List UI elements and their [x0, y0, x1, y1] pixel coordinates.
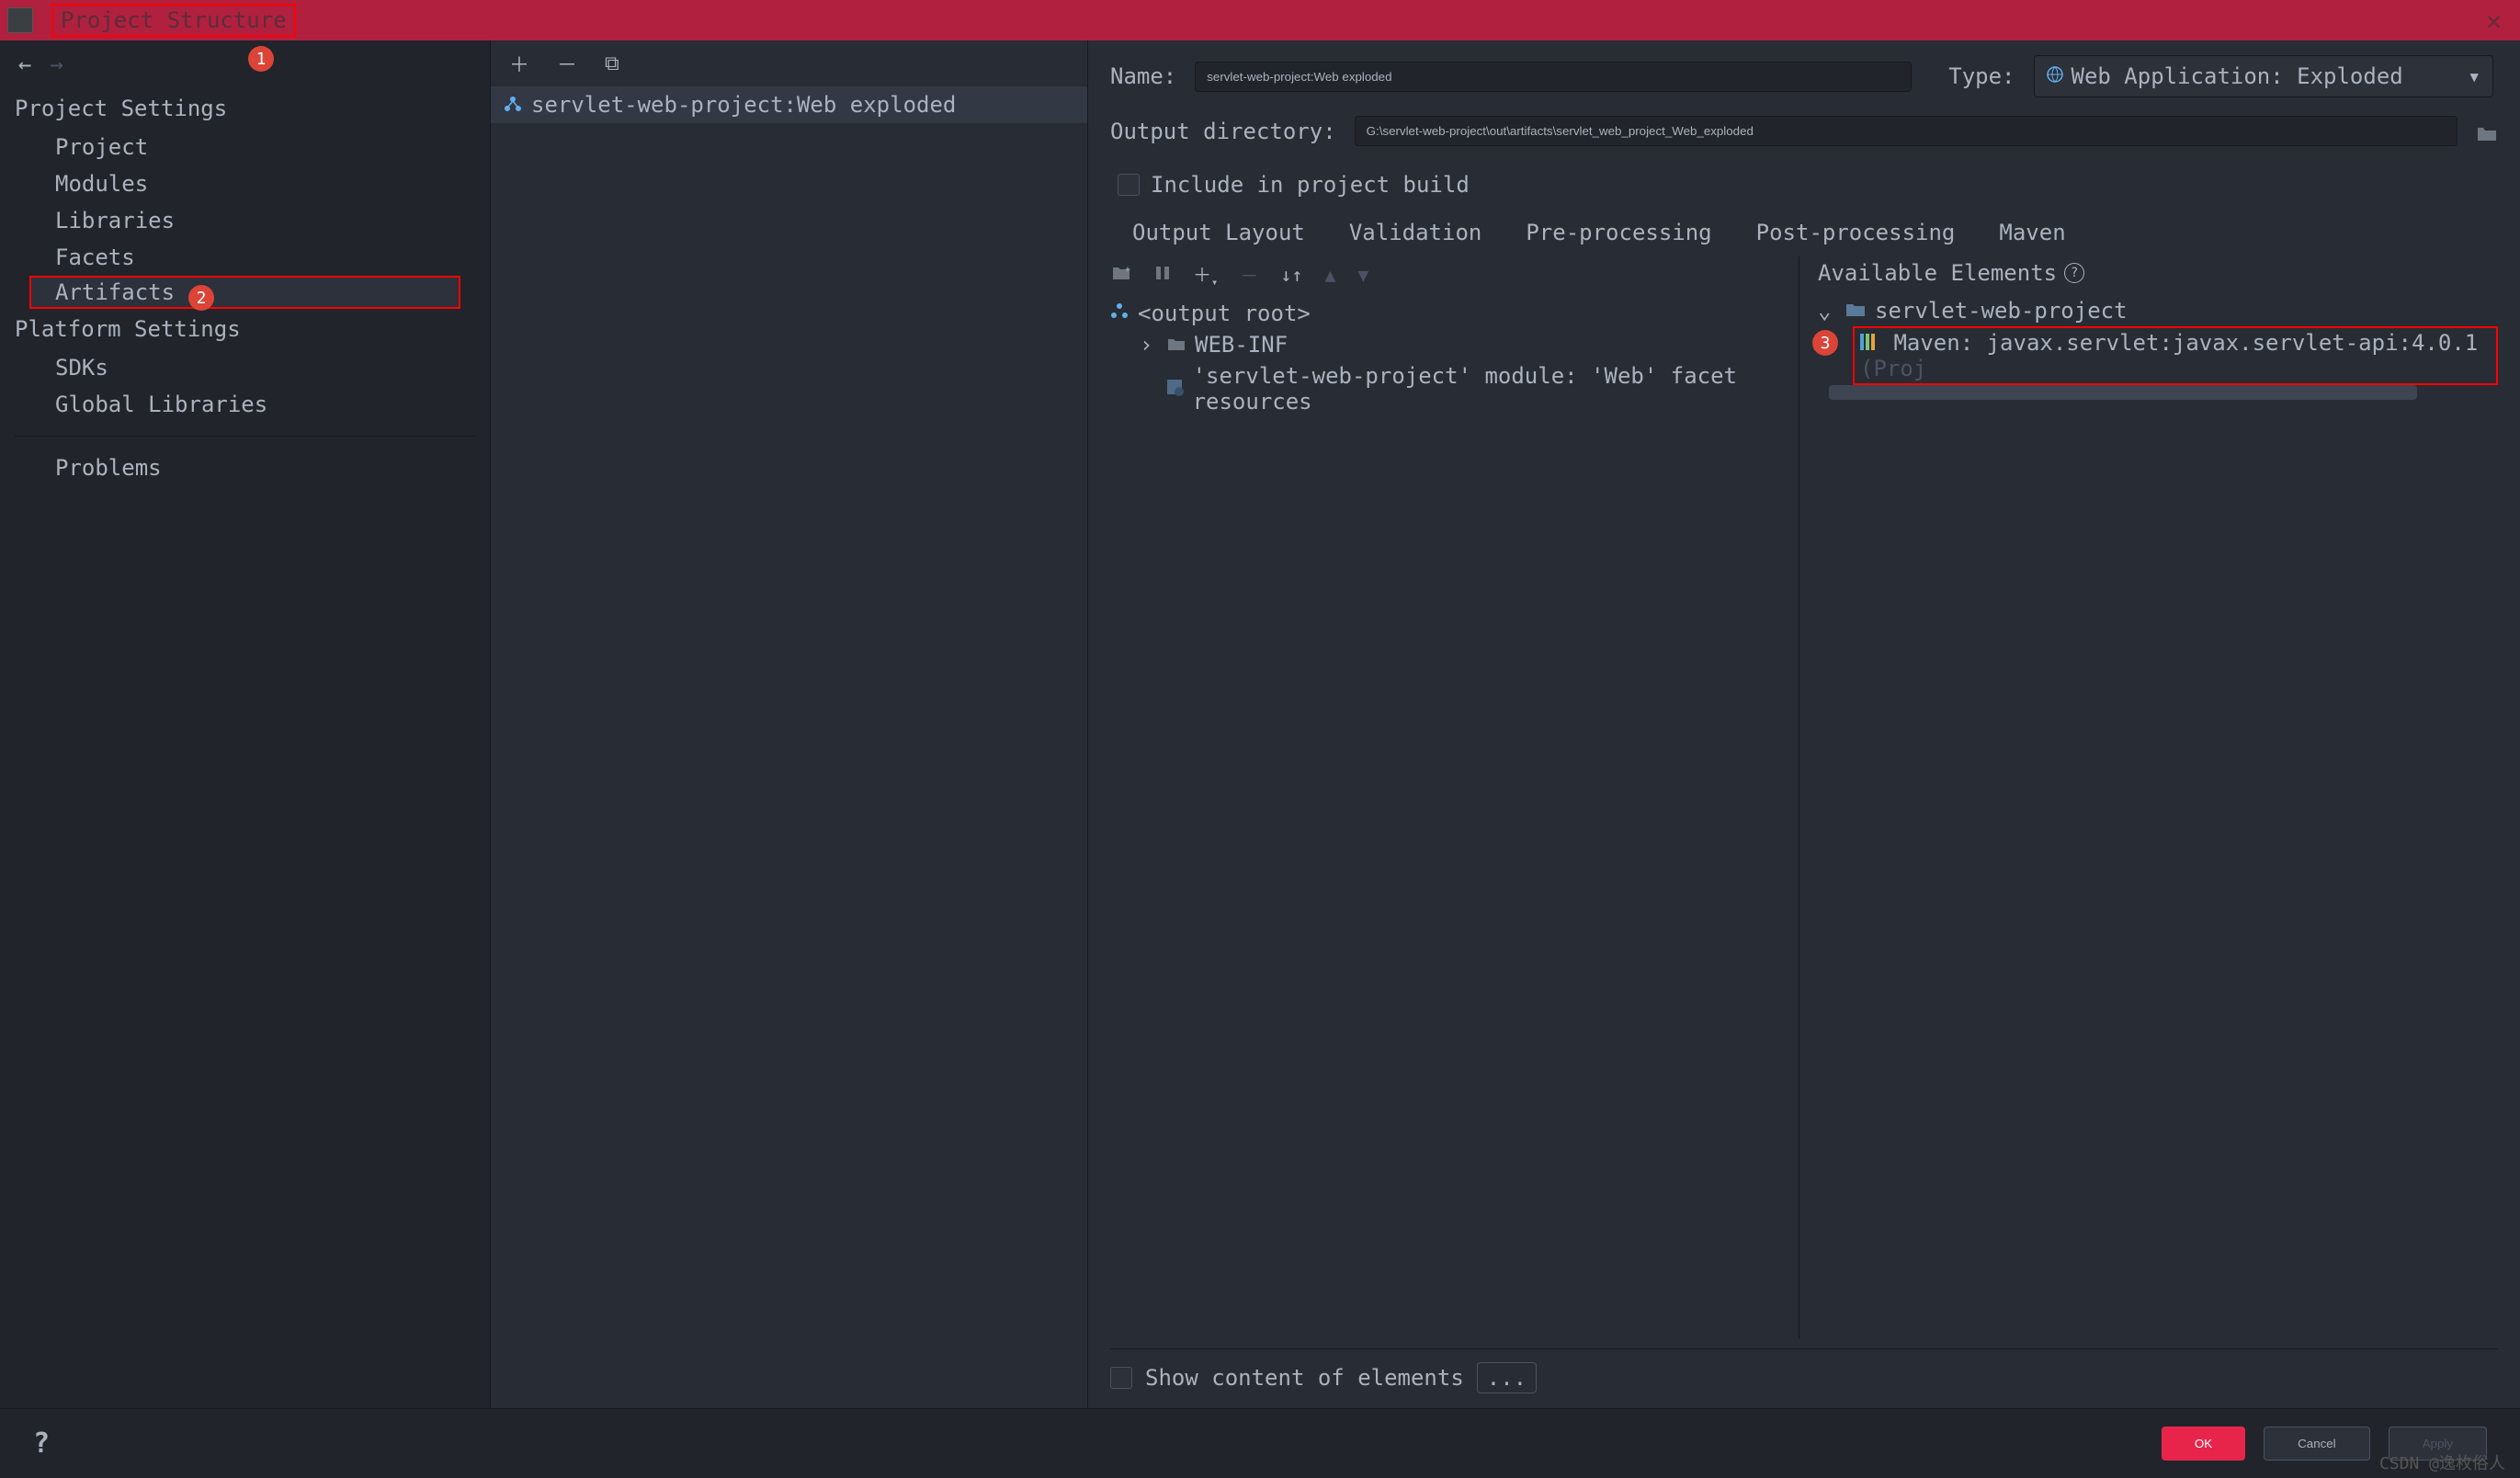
facet-label: 'servlet-web-project' module: 'Web' face…: [1193, 363, 1788, 415]
output-tree-panel: + ＋▾ － ↓↑ ▲ ▼ <output root>: [1110, 256, 1799, 1339]
window-title: Project Structure: [51, 4, 296, 37]
tab-validation[interactable]: Validation: [1349, 220, 1482, 245]
help-button[interactable]: ?: [33, 1427, 50, 1460]
sidebar-item-modules[interactable]: Modules: [0, 165, 490, 202]
layout-toolbar: + ＋▾ － ↓↑ ▲ ▼: [1110, 256, 1788, 298]
available-label: Available Elements: [1818, 260, 2057, 286]
artifact-list-item[interactable]: servlet-web-project:Web exploded: [491, 86, 1087, 123]
artifacts-label: Artifacts: [55, 279, 175, 305]
project-name: servlet-web-project: [1875, 298, 2128, 324]
artifact-details-panel: Name: Type: Web Application: Exploded ▾ …: [1088, 40, 2520, 1408]
show-content-checkbox[interactable]: [1110, 1367, 1132, 1389]
tab-output-layout[interactable]: Output Layout: [1132, 220, 1305, 245]
webinf-label: WEB-INF: [1195, 332, 1288, 358]
dialog-footer: ? OK Cancel Apply: [0, 1408, 2520, 1478]
artifact-icon: [502, 94, 524, 116]
root-icon: [1110, 301, 1129, 326]
tree-output-root[interactable]: <output root>: [1110, 298, 1788, 329]
output-layout-area: + ＋▾ － ↓↑ ▲ ▼ <output root>: [1110, 256, 2498, 1339]
chevron-down-icon: ▾: [2468, 63, 2480, 89]
main-layout: ← → Project Settings Project Modules Lib…: [0, 40, 2520, 1408]
tree-webinf[interactable]: › WEB-INF: [1110, 329, 1788, 360]
columns-icon[interactable]: [1154, 264, 1171, 286]
maven-label: Maven: javax.servlet:javax.servlet-api:4…: [1893, 330, 2478, 356]
sidebar-item-project[interactable]: Project: [0, 129, 490, 165]
tab-postprocessing[interactable]: Post-processing: [1756, 220, 1956, 245]
artifact-list-panel: ＋ － ⧉ servlet-web-project:Web exploded: [491, 40, 1088, 1408]
close-icon[interactable]: ✕: [2486, 6, 2502, 36]
show-content-row: Show content of elements ...: [1110, 1348, 2498, 1393]
annotation-badge-1: 1: [248, 46, 274, 72]
move-up-icon[interactable]: ▲: [1324, 264, 1335, 286]
new-folder-icon[interactable]: +: [1112, 264, 1132, 286]
titlebar: Project Structure 1 ✕: [0, 0, 2520, 40]
sidebar-item-libraries[interactable]: Libraries: [0, 202, 490, 239]
forward-arrow-icon[interactable]: →: [50, 51, 62, 77]
sidebar-item-global-libraries[interactable]: Global Libraries: [0, 386, 490, 423]
library-icon: [1860, 334, 1875, 350]
help-icon[interactable]: ?: [2064, 263, 2084, 283]
tab-preprocessing[interactable]: Pre-processing: [1526, 220, 1711, 245]
sidebar-item-facets[interactable]: Facets: [0, 239, 490, 276]
add-icon[interactable]: ＋: [509, 49, 529, 78]
expand-arrow-icon[interactable]: ›: [1140, 332, 1158, 358]
include-label: Include in project build: [1151, 172, 1470, 198]
type-dropdown[interactable]: Web Application: Exploded ▾: [2034, 55, 2493, 97]
platform-settings-header: Platform Settings: [0, 309, 490, 349]
back-arrow-icon[interactable]: ←: [18, 51, 31, 77]
outdir-row: Output directory:: [1110, 116, 2498, 146]
copy-icon[interactable]: ⧉: [605, 52, 619, 75]
available-project[interactable]: ⌄ servlet-web-project: [1818, 295, 2498, 326]
type-value: Web Application: Exploded: [2072, 63, 2403, 89]
sort-icon[interactable]: ↓↑: [1280, 264, 1302, 286]
remove-item-icon[interactable]: －: [1240, 261, 1258, 288]
tab-maven[interactable]: Maven: [1999, 220, 2065, 245]
include-checkbox[interactable]: [1118, 174, 1140, 196]
project-settings-header: Project Settings: [0, 88, 490, 129]
annotation-badge-3: 3: [1812, 330, 1838, 356]
maven-suffix: (Proj: [1860, 356, 1926, 381]
available-elements-panel: Available Elements ? ⌄ servlet-web-proje…: [1799, 256, 2498, 1339]
artifact-toolbar: ＋ － ⧉: [491, 40, 1087, 86]
ellipsis-button[interactable]: ...: [1477, 1362, 1537, 1393]
sidebar-item-problems[interactable]: Problems: [0, 449, 490, 486]
nav-arrows: ← →: [0, 40, 490, 88]
tabs: Output Layout Validation Pre-processing …: [1110, 214, 2498, 251]
include-build-row[interactable]: Include in project build: [1118, 172, 2498, 198]
sidebar: ← → Project Settings Project Modules Lib…: [0, 40, 491, 1408]
type-label: Type:: [1948, 63, 2015, 89]
app-icon: [7, 7, 33, 33]
web-icon: [2046, 63, 2064, 89]
move-down-icon[interactable]: ▼: [1357, 264, 1368, 286]
outdir-input[interactable]: [1355, 116, 2458, 146]
project-folder-icon: [1845, 298, 1866, 324]
svg-text:+: +: [1125, 265, 1130, 275]
module-icon: [1165, 376, 1184, 402]
expand-down-icon[interactable]: ⌄: [1818, 298, 1836, 324]
available-header: Available Elements ?: [1818, 256, 2498, 295]
add-item-icon[interactable]: ＋▾: [1193, 260, 1218, 289]
cancel-button[interactable]: Cancel: [2264, 1427, 2370, 1461]
name-label: Name:: [1110, 63, 1176, 89]
name-row: Name: Type: Web Application: Exploded ▾: [1110, 55, 2498, 97]
output-root-label: <output root>: [1138, 301, 1311, 326]
remove-icon[interactable]: －: [557, 49, 577, 78]
show-content-label: Show content of elements: [1145, 1365, 1464, 1391]
available-maven-lib[interactable]: Maven: javax.servlet:javax.servlet-api:4…: [1853, 326, 2498, 385]
watermark: CSDN @逸枚俗人: [2379, 1450, 2505, 1474]
name-input[interactable]: [1195, 62, 1912, 92]
horizontal-scrollbar[interactable]: [1829, 385, 2417, 400]
sidebar-item-sdks[interactable]: SDKs: [0, 349, 490, 386]
outdir-label: Output directory:: [1110, 119, 1336, 144]
sidebar-item-artifacts[interactable]: Artifacts: [29, 276, 460, 309]
ok-button[interactable]: OK: [2162, 1427, 2245, 1461]
tree-facet-resources[interactable]: 'servlet-web-project' module: 'Web' face…: [1110, 360, 1788, 417]
browse-folder-icon[interactable]: [2476, 122, 2498, 141]
folder-icon: [1167, 332, 1186, 358]
annotation-badge-2: 2: [188, 285, 214, 311]
artifact-name: servlet-web-project:Web exploded: [531, 92, 956, 118]
